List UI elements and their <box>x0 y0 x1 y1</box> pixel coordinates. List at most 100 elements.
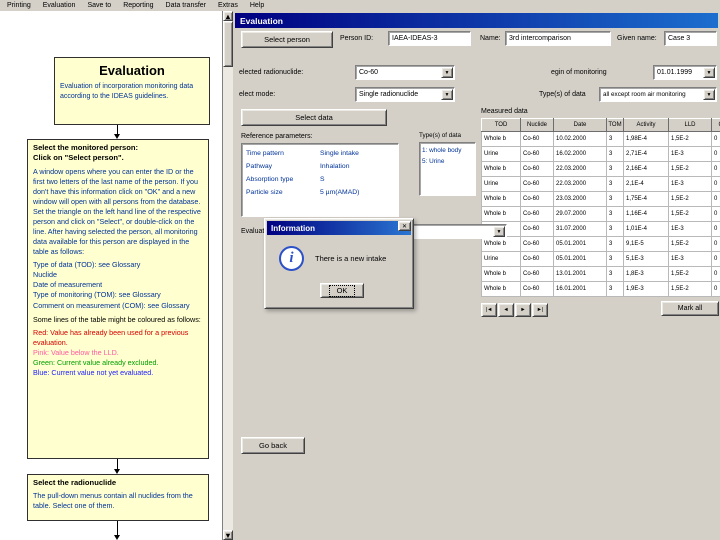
table-cell[interactable]: Urine <box>481 251 521 267</box>
table-cell[interactable]: 2,1E-4 <box>623 176 669 192</box>
table-cell[interactable]: 22.03.2000 <box>553 161 607 177</box>
table-cell[interactable]: 1E-3 <box>668 221 712 237</box>
select-person-button[interactable]: Select person <box>241 31 333 48</box>
table-cell[interactable]: 1,9E-3 <box>623 281 669 297</box>
table-cell[interactable]: 16.02.2000 <box>553 146 607 162</box>
column-header[interactable]: TOM <box>606 118 624 132</box>
chevron-down-icon[interactable]: ▼ <box>703 67 715 78</box>
table-cell[interactable]: 0 <box>711 131 720 147</box>
table-cell[interactable]: 0 <box>711 266 720 282</box>
table-row[interactable]: Urine Co-60 05.01.2001 3 5,1E-3 1E-3 0 <box>481 251 720 267</box>
table-cell[interactable]: Co-60 <box>520 266 554 282</box>
table-cell[interactable]: 5,1E-3 <box>623 251 669 267</box>
table-cell[interactable]: Whole b <box>481 131 521 147</box>
select-data-button[interactable]: Select data <box>241 109 387 126</box>
table-cell[interactable]: 23.03.2000 <box>553 191 607 207</box>
table-cell[interactable]: Co-60 <box>520 161 554 177</box>
menu-item-help[interactable]: Help <box>250 2 264 9</box>
table-cell[interactable]: 3 <box>606 131 624 147</box>
table-cell[interactable]: 1E-3 <box>668 251 712 267</box>
table-cell[interactable]: 3 <box>606 161 624 177</box>
table-cell[interactable]: 0 <box>711 161 720 177</box>
table-cell[interactable]: 1,5E-2 <box>668 161 712 177</box>
scroll-down-icon[interactable]: ▼ <box>223 530 233 540</box>
table-cell[interactable]: Co-60 <box>520 236 554 252</box>
chevron-down-icon[interactable]: ▼ <box>441 89 453 100</box>
table-cell[interactable]: 0 <box>711 221 720 237</box>
table-cell[interactable]: Co-60 <box>520 191 554 207</box>
begin-of-monitoring-input[interactable]: 01.01.1999 ▼ <box>653 65 717 80</box>
table-cell[interactable]: Co-60 <box>520 176 554 192</box>
menu-item-extras[interactable]: Extras <box>218 2 238 9</box>
table-cell[interactable]: 9,1E-5 <box>623 236 669 252</box>
menu-item-save-to[interactable]: Save to <box>87 2 111 9</box>
close-icon[interactable]: ✕ <box>398 221 411 231</box>
table-cell[interactable]: 1,98E-4 <box>623 131 669 147</box>
table-cell[interactable]: 1E-3 <box>668 176 712 192</box>
table-row[interactable]: Whole b Co-60 29.07.2000 3 1,16E-4 1,5E-2 0 <box>481 206 720 222</box>
table-cell[interactable]: 1E-3 <box>668 146 712 162</box>
table-cell[interactable]: 3 <box>606 281 624 297</box>
scroll-up-icon[interactable]: ▲ <box>223 11 233 21</box>
table-cell[interactable]: 1,5E-2 <box>668 206 712 222</box>
table-cell[interactable]: Urine <box>481 176 521 192</box>
table-row[interactable]: Urine Co-60 22.03.2000 3 2,1E-4 1E-3 0 <box>481 176 720 192</box>
table-cell[interactable]: 13.01.2001 <box>553 266 607 282</box>
table-cell[interactable]: 2,71E-4 <box>623 146 669 162</box>
evaluation-window-titlebar[interactable]: Evaluation <box>235 13 718 28</box>
table-cell[interactable]: Whole b <box>481 281 521 297</box>
mark-all-button[interactable]: Mark all <box>661 301 719 316</box>
person-id-input[interactable]: IAEA-IDEAS-3 <box>388 31 471 46</box>
measured-data-table[interactable]: TODNuclideDateTOMActivityLLDCOM Whole bC… <box>481 118 720 297</box>
table-cell[interactable]: 1,16E-4 <box>623 206 669 222</box>
table-cell[interactable]: 1,5E-2 <box>668 266 712 282</box>
table-cell[interactable]: Co-60 <box>520 206 554 222</box>
given-name-input[interactable]: Case 3 <box>664 31 717 46</box>
table-cell[interactable]: Co-60 <box>520 281 554 297</box>
table-row[interactable]: Urine Co-60 16.02.2000 3 2,71E-4 1E-3 0 <box>481 146 720 162</box>
type-of-data-select[interactable]: all except room air monitoring ▼ <box>599 87 717 102</box>
table-cell[interactable]: Co-60 <box>520 146 554 162</box>
table-cell[interactable]: 10.02.2000 <box>553 131 607 147</box>
go-back-button[interactable]: Go back <box>241 437 305 454</box>
column-header[interactable]: Date <box>553 118 607 132</box>
table-cell[interactable]: 0 <box>711 206 720 222</box>
table-cell[interactable]: 0 <box>711 191 720 207</box>
table-cell[interactable]: 1,8E-3 <box>623 266 669 282</box>
table-cell[interactable]: 0 <box>711 251 720 267</box>
column-header[interactable]: LLD <box>668 118 712 132</box>
menu-item-data-transfer[interactable]: Data transfer <box>166 2 206 9</box>
guide-panel-scrollbar[interactable]: ▲ ▼ <box>222 11 233 540</box>
table-cell[interactable]: 3 <box>606 251 624 267</box>
chevron-down-icon[interactable]: ▼ <box>493 226 505 237</box>
name-input[interactable]: 3rd intercomparison <box>505 31 611 46</box>
scrollbar-thumb[interactable] <box>223 21 233 67</box>
mode-select[interactable]: Single radionuclide ▼ <box>355 87 455 102</box>
menu-item-evaluation[interactable]: Evaluation <box>43 2 76 9</box>
column-header[interactable]: TOD <box>481 118 521 132</box>
table-cell[interactable]: 0 <box>711 146 720 162</box>
menu-item-reporting[interactable]: Reporting <box>123 2 153 9</box>
table-cell[interactable]: 1,75E-4 <box>623 191 669 207</box>
table-cell[interactable]: 1,01E-4 <box>623 221 669 237</box>
table-row[interactable]: Whole b Co-60 10.02.2000 3 1,98E-4 1,5E-2 0 <box>481 131 720 147</box>
table-cell[interactable]: 0 <box>711 176 720 192</box>
table-cell[interactable]: 3 <box>606 146 624 162</box>
table-cell[interactable]: 22.03.2000 <box>553 176 607 192</box>
table-cell[interactable]: 29.07.2000 <box>553 206 607 222</box>
table-cell[interactable]: 3 <box>606 206 624 222</box>
column-header[interactable]: COM <box>711 118 720 132</box>
table-cell[interactable]: Whole b <box>481 191 521 207</box>
table-row[interactable]: Whole b Co-60 16.01.2001 3 1,9E-3 1,5E-2 0 <box>481 281 720 297</box>
table-cell[interactable]: Whole b <box>481 206 521 222</box>
table-cell[interactable]: 3 <box>606 236 624 252</box>
table-cell[interactable]: 05.01.2001 <box>553 236 607 252</box>
table-cell[interactable]: 2,16E-4 <box>623 161 669 177</box>
table-cell[interactable]: 3 <box>606 266 624 282</box>
table-row[interactable]: UrineCo-6031.07.200031,01E-41E-30 <box>481 221 720 237</box>
table-row[interactable]: Whole b Co-60 05.01.2001 3 9,1E-5 1,5E-2 0 <box>481 236 720 252</box>
table-cell[interactable]: Co-60 <box>520 251 554 267</box>
menu-item-printing[interactable]: Printing <box>7 2 31 9</box>
record-nav-button-0[interactable]: |◄ <box>481 303 497 317</box>
column-header[interactable]: Activity <box>623 118 669 132</box>
